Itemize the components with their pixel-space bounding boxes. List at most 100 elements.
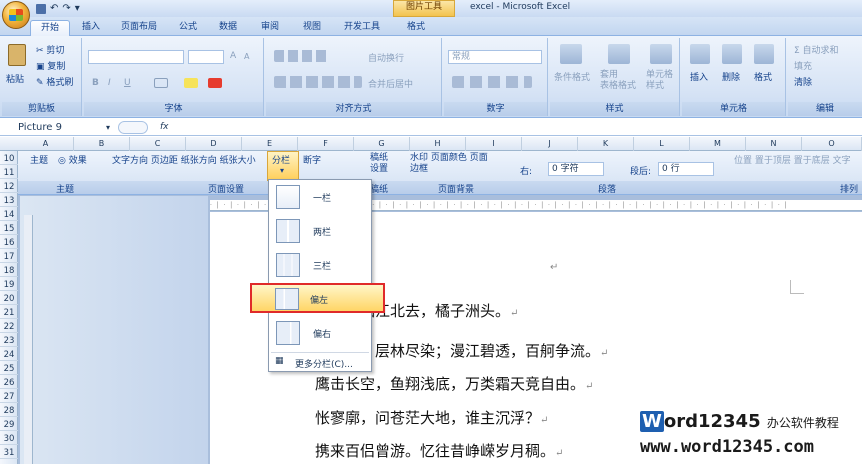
formula-zoom-control[interactable] (118, 121, 148, 134)
number-format-box[interactable]: 常规 (448, 50, 542, 64)
conditional-format-icon[interactable] (560, 44, 582, 64)
tab-view[interactable]: 视图 (296, 20, 328, 36)
row-header[interactable]: 10 (0, 153, 18, 165)
autosum-button[interactable]: Σ 自动求和 (794, 43, 839, 56)
row-header[interactable]: 13 (0, 195, 18, 207)
column-header-f[interactable]: F (298, 137, 354, 151)
row-header[interactable]: 31 (0, 447, 18, 459)
font-size-box[interactable] (188, 50, 224, 64)
italic-button[interactable]: I (108, 78, 111, 88)
row-header[interactable]: 28 (0, 405, 18, 417)
office-button[interactable] (2, 1, 30, 29)
more-columns-button[interactable]: ▦ 更多分栏(C)... (271, 352, 369, 370)
column-header-a[interactable]: A (18, 137, 74, 151)
font-name-box[interactable] (88, 50, 184, 64)
border-icon[interactable] (154, 78, 168, 88)
column-header-g[interactable]: G (354, 137, 410, 151)
conditional-format-button[interactable]: 条件格式 (554, 70, 590, 83)
columns-option-two[interactable]: 两栏 (271, 216, 369, 246)
column-header-n[interactable]: N (746, 137, 802, 151)
column-header-h[interactable]: H (410, 137, 466, 151)
table-format-icon[interactable] (608, 44, 630, 64)
row-header[interactable]: 16 (0, 237, 18, 249)
format-cells-button[interactable]: 格式 (754, 70, 772, 83)
column-header-b[interactable]: B (74, 137, 130, 151)
column-header-c[interactable]: C (130, 137, 186, 151)
clear-button[interactable]: 清除 (794, 75, 812, 88)
row-header[interactable]: 21 (0, 307, 18, 319)
underline-button[interactable]: U (124, 78, 131, 88)
tab-home[interactable]: 开始 (30, 20, 70, 36)
wrap-text-button[interactable]: 自动换行 (368, 51, 404, 64)
columns-option-three[interactable]: 三栏 (271, 250, 369, 280)
column-header-l[interactable]: L (634, 137, 690, 151)
tab-insert[interactable]: 插入 (76, 20, 106, 36)
tab-page-layout[interactable]: 页面布局 (112, 20, 166, 36)
table-format-button[interactable]: 套用 表格格式 (600, 70, 636, 92)
row-header[interactable]: 25 (0, 363, 18, 375)
number-format-icons[interactable] (452, 76, 532, 88)
row-header[interactable]: 27 (0, 391, 18, 403)
columns-option-left[interactable]: 偏左 (250, 283, 385, 313)
paste-button[interactable]: 粘贴 (6, 72, 24, 85)
column-header-m[interactable]: M (690, 137, 746, 151)
row-header[interactable]: 26 (0, 377, 18, 389)
row-header[interactable]: 20 (0, 293, 18, 305)
row-header[interactable]: 14 (0, 209, 18, 221)
tab-developer[interactable]: 开发工具 (336, 20, 388, 36)
column-header-o[interactable]: O (802, 137, 862, 151)
row-header[interactable]: 12 (0, 181, 18, 193)
tab-review[interactable]: 审阅 (254, 20, 286, 36)
insert-function-button[interactable]: fx (160, 122, 169, 132)
align-top-icons[interactable] (274, 50, 330, 62)
align-horizontal-icons[interactable] (274, 76, 362, 88)
delete-cells-icon[interactable] (722, 44, 742, 64)
fill-button[interactable]: 填充 (794, 59, 812, 72)
cut-button[interactable]: ✂ 剪切 (36, 43, 64, 56)
column-header-j[interactable]: J (522, 137, 578, 151)
columns-option-right[interactable]: 偏右 (271, 318, 369, 348)
fill-color-icon[interactable] (184, 78, 198, 88)
row-header[interactable]: 30 (0, 433, 18, 445)
format-painter-button[interactable]: ✎ 格式刷 (36, 75, 73, 88)
tab-data[interactable]: 数据 (212, 20, 244, 36)
row-header[interactable]: 11 (0, 167, 18, 179)
insert-cells-button[interactable]: 插入 (690, 70, 708, 83)
save-icon[interactable] (36, 3, 46, 14)
name-box-dropdown-icon[interactable]: ▾ (106, 123, 110, 132)
row-header[interactable]: 29 (0, 419, 18, 431)
format-cells-icon[interactable] (754, 44, 774, 64)
row-header[interactable]: 17 (0, 251, 18, 263)
paste-icon[interactable] (8, 44, 26, 66)
shrink-font-button[interactable]: A (244, 52, 249, 61)
font-group-label: 字体 (84, 102, 263, 116)
row-header[interactable]: 19 (0, 279, 18, 291)
merge-center-button[interactable]: 合并后居中 (368, 77, 413, 90)
row-header[interactable]: 23 (0, 335, 18, 347)
styles-group-label: 样式 (550, 102, 679, 116)
columns-option-one[interactable]: 一栏 (271, 182, 369, 212)
row-header[interactable]: 22 (0, 321, 18, 333)
insert-cells-icon[interactable] (690, 44, 710, 64)
cell-style-button[interactable]: 单元格 样式 (646, 70, 673, 92)
copy-button[interactable]: ▣ 复制 (36, 59, 65, 72)
cell-style-icon[interactable] (650, 44, 672, 64)
row-header[interactable]: 15 (0, 223, 18, 235)
column-header-d[interactable]: D (186, 137, 242, 151)
bold-button[interactable]: B (92, 78, 99, 88)
font-color-icon[interactable] (208, 78, 222, 88)
tab-format[interactable]: 格式 (400, 20, 432, 36)
qat-customize-icon[interactable]: ▾ (75, 3, 80, 14)
grow-font-button[interactable]: A (230, 51, 236, 61)
undo-button[interactable]: ↶ (50, 3, 58, 14)
delete-cells-button[interactable]: 删除 (722, 70, 740, 83)
redo-button[interactable]: ↷ (62, 3, 70, 14)
row-header[interactable]: 18 (0, 265, 18, 277)
column-header-i[interactable]: I (466, 137, 522, 151)
draft-group-label: 稿纸 (370, 185, 389, 195)
column-header-e[interactable]: E (242, 137, 298, 151)
row-header[interactable]: 24 (0, 349, 18, 361)
column-header-k[interactable]: K (578, 137, 634, 151)
name-box[interactable]: Picture 9 (18, 122, 110, 134)
tab-formulas[interactable]: 公式 (172, 20, 204, 36)
